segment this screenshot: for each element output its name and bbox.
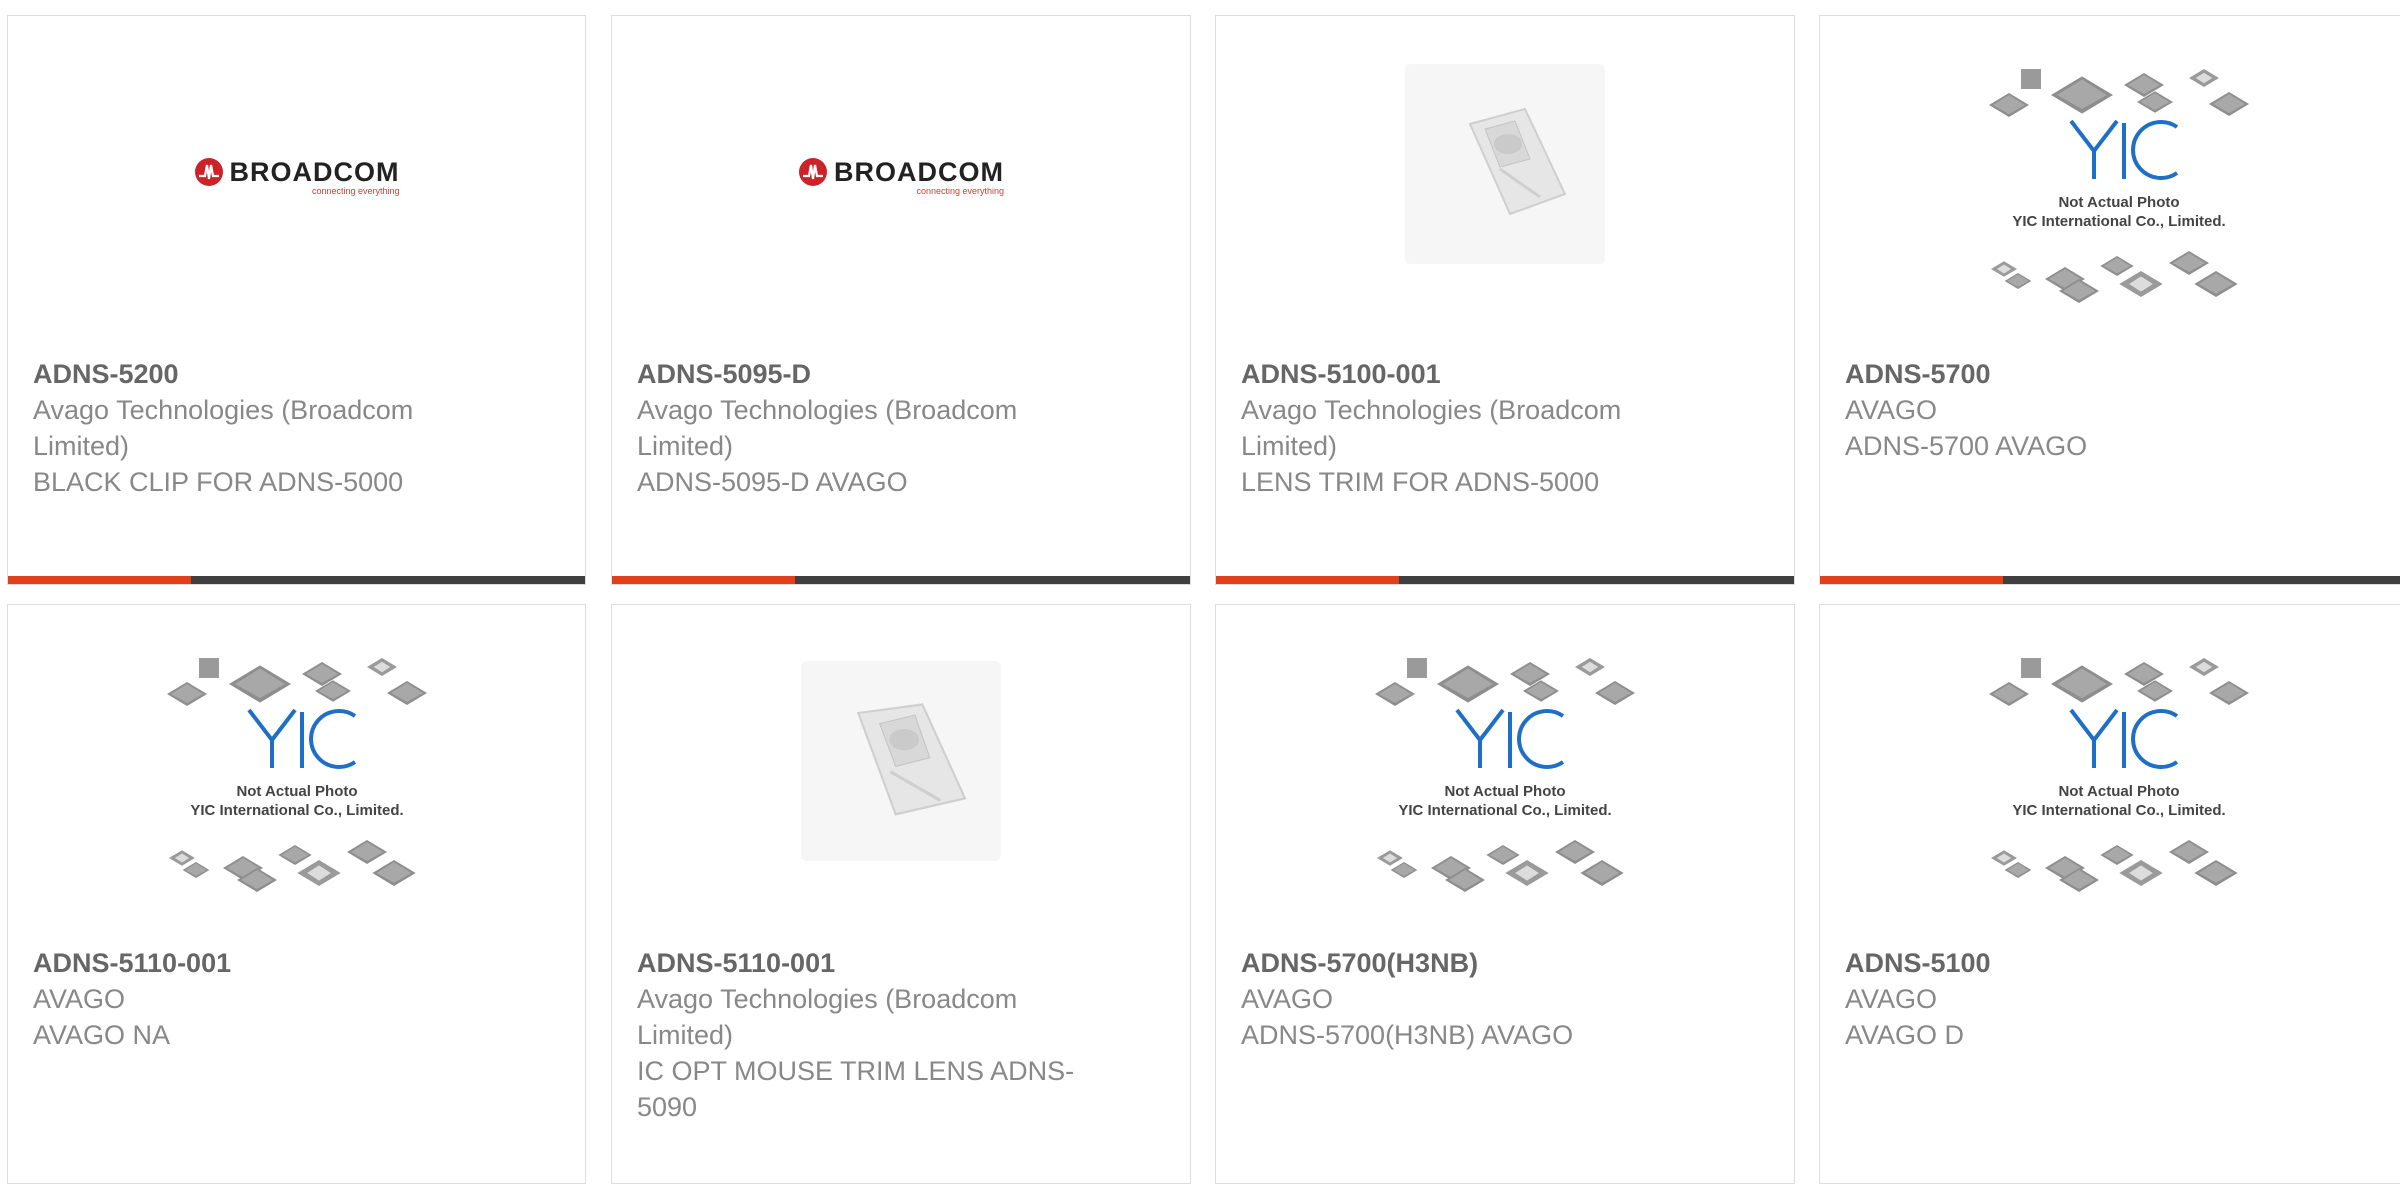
product-image: Not Actual Photo YIC International Co., … [1820,16,2400,356]
yic-logo [2069,119,2179,180]
part-number[interactable]: ADNS-5110-001 [33,945,475,981]
description: BLACK CLIP FOR ADNS-5000 [33,467,404,497]
placeholder-line2: YIC International Co., Limited. [2012,213,2225,230]
part-number[interactable]: ADNS-5700 [1845,356,2308,392]
broadcom-tagline: connecting everything [916,185,1004,196]
manufacturer: Avago Technologies (Broadcom Limited) [33,395,414,461]
product-grid: BROADCOM connecting everything ADNS-5200… [0,0,2400,1184]
placeholder-line1: Not Actual Photo [2058,194,2179,211]
card-bottom-bar [1216,576,1794,584]
placeholder-image: Not Actual Photo YIC International Co., … [1989,69,2249,303]
description: AVAGO NA [33,1020,171,1050]
product-image [612,605,1190,945]
placeholder-line1: Not Actual Photo [2058,783,2179,800]
lens-photo [801,661,1001,861]
lens-icon [1468,107,1567,216]
lens-icon [856,703,967,816]
placeholder-image: Not Actual Photo YIC International Co., … [1989,658,2249,892]
product-image: Not Actual Photo YIC International Co., … [8,605,585,945]
placeholder-line2: YIC International Co., Limited. [2012,802,2225,819]
description: IC OPT MOUSE TRIM LENS ADNS-5090 [637,1056,1075,1122]
part-number[interactable]: ADNS-5110-001 [637,945,1080,981]
product-card[interactable]: BROADCOM connecting everything ADNS-5200… [7,15,586,585]
product-card[interactable]: Not Actual Photo YIC International Co., … [1215,604,1795,1184]
manufacturer: AVAGO [1845,395,1938,425]
broadcom-icon [799,158,827,186]
description: LENS TRIM FOR ADNS-5000 [1241,467,1600,497]
manufacturer: Avago Technologies (Broadcom Limited) [1241,395,1622,461]
product-card[interactable]: Not Actual Photo YIC International Co., … [1819,604,2400,1184]
card-bottom-bar [8,576,585,584]
part-number[interactable]: ADNS-5100-001 [1241,356,1684,392]
part-number[interactable]: ADNS-5200 [33,356,475,392]
manufacturer: AVAGO [1241,984,1334,1014]
part-number[interactable]: ADNS-5100 [1845,945,2308,981]
placeholder-image: Not Actual Photo YIC International Co., … [1375,658,1635,892]
manufacturer: Avago Technologies (Broadcom Limited) [637,984,1018,1050]
broadcom-logo: BROADCOM connecting everything [798,157,1004,196]
placeholder-line1: Not Actual Photo [1444,783,1565,800]
product-card[interactable]: ADNS-5100-001 Avago Technologies (Broadc… [1215,15,1795,585]
product-card[interactable]: Not Actual Photo YIC International Co., … [7,604,586,1184]
description: AVAGO D [1845,1020,1965,1050]
placeholder-line1: Not Actual Photo [236,783,357,800]
product-image: Not Actual Photo YIC International Co., … [1216,605,1794,945]
card-bottom-bar [1820,576,2400,584]
product-card[interactable]: ADNS-5110-001 Avago Technologies (Broadc… [611,604,1191,1184]
manufacturer: AVAGO [1845,984,1938,1014]
placeholder-line2: YIC International Co., Limited. [190,802,403,819]
lens-photo [1405,64,1605,264]
broadcom-tagline: connecting everything [311,185,400,196]
product-image: Not Actual Photo YIC International Co., … [1820,605,2400,945]
description: ADNS-5095-D AVAGO [637,467,908,497]
yic-logo [246,708,356,769]
placeholder-image: Not Actual Photo YIC International Co., … [166,658,427,892]
manufacturer: Avago Technologies (Broadcom Limited) [637,395,1018,461]
card-bottom-bar [612,576,1190,584]
product-image: BROADCOM connecting everything [612,16,1190,356]
product-card[interactable]: BROADCOM connecting everything ADNS-5095… [611,15,1191,585]
broadcom-wordmark: BROADCOM [229,156,400,187]
yic-logo [2069,708,2179,769]
product-card[interactable]: Not Actual Photo YIC International Co., … [1819,15,2400,585]
part-number[interactable]: ADNS-5095-D [637,356,1080,392]
broadcom-logo: BROADCOM connecting everything [194,157,400,196]
manufacturer: AVAGO [33,984,126,1014]
product-image: BROADCOM connecting everything [8,16,585,356]
description: ADNS-5700 AVAGO [1845,431,2088,461]
yic-logo [1455,708,1565,769]
part-number[interactable]: ADNS-5700(H3NB) [1241,945,1684,981]
product-image [1216,16,1794,356]
broadcom-wordmark: BROADCOM [834,156,1004,187]
placeholder-line2: YIC International Co., Limited. [1398,802,1611,819]
description: ADNS-5700(H3NB) AVAGO [1241,1020,1574,1050]
broadcom-icon [194,158,223,186]
